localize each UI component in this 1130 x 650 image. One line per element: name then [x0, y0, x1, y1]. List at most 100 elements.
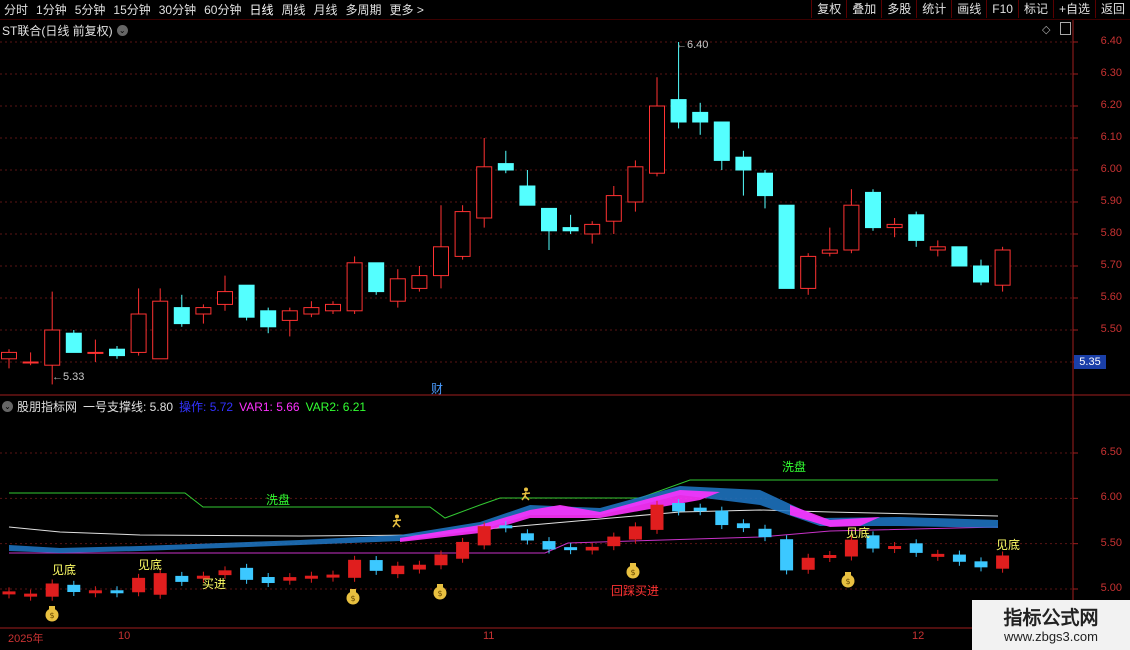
candle-body: [778, 204, 795, 289]
candle-body: [649, 105, 665, 174]
price-tick-label: 6.30: [1100, 67, 1122, 79]
money-bag-icon: $: [433, 584, 447, 600]
candle-body: [65, 332, 82, 353]
candle-body: [973, 265, 989, 283]
candle-body: [217, 291, 233, 305]
candle-body: [1, 351, 17, 360]
signal-jiandi: 见底: [52, 563, 77, 577]
date-label: 10: [118, 630, 131, 642]
var2-label: VAR2: 6.21: [305, 399, 367, 414]
runner-icon: [521, 487, 531, 501]
current-price-box: 5.35: [1074, 355, 1106, 369]
support-line-label: 一号支撑线: 5.80: [83, 400, 174, 414]
watermark-title: 指标公式网: [1003, 608, 1099, 629]
signal-jiandi: 见底: [138, 558, 163, 572]
indicator-tick-label: 6.50: [1100, 446, 1122, 458]
low-annotation: ←5.33: [52, 371, 85, 383]
signal-jiandi: 见底: [846, 526, 871, 540]
op-label: 操作: 5.72: [179, 400, 234, 414]
runner-icon: [392, 514, 402, 528]
chevron-down-icon[interactable]: ⌄: [2, 401, 13, 412]
candle-body: [44, 329, 61, 366]
price-tick-label: 6.00: [1100, 163, 1122, 175]
candle-body: [929, 246, 946, 251]
candle-body: [670, 99, 687, 123]
high-value: 6.40: [687, 39, 709, 51]
candle-body: [130, 313, 147, 353]
signal-mairu: 买进: [202, 577, 227, 591]
candle-body: [260, 310, 277, 328]
svg-text:$: $: [630, 568, 635, 577]
finance-event-marker[interactable]: 财: [431, 380, 443, 397]
price-tick-label: 5.80: [1100, 227, 1122, 239]
candle-body: [195, 307, 212, 315]
candle-body: [389, 278, 406, 302]
date-label: 11: [483, 630, 495, 642]
candle-body: [22, 361, 39, 364]
price-tick-label: 5.50: [1100, 323, 1122, 335]
candle-body: [713, 121, 730, 161]
money-bag-icon: $: [626, 563, 640, 579]
price-tick-label: 6.10: [1100, 131, 1122, 143]
indicator-tick-label: 5.00: [1100, 582, 1122, 594]
indicator-tick-label: 6.00: [1100, 491, 1122, 504]
watermark-url: www.zbgs3.com: [1004, 629, 1098, 644]
candle-body: [994, 249, 1011, 286]
signal-xipan: 洗盘: [266, 493, 291, 507]
indicator-tick-label: 5.50: [1100, 536, 1122, 549]
price-tick-label: 6.20: [1100, 99, 1122, 111]
date-label: 2025年: [8, 633, 44, 645]
candle-body: [735, 156, 752, 171]
candle-body: [325, 303, 341, 312]
candle-body: [281, 310, 298, 321]
candle-body: [584, 223, 601, 235]
price-tick-label: 5.70: [1100, 259, 1122, 271]
candle-body: [87, 351, 104, 354]
var1-label: VAR1: 5.66: [239, 399, 300, 414]
candle-body: [951, 246, 968, 267]
candle-body: [454, 211, 471, 257]
candle-body: [843, 204, 860, 251]
date-label: 12: [912, 630, 925, 642]
chart-canvas: [0, 20, 1130, 629]
indicator-header: ⌄ 股朋指标网 一号支撑线: 5.80 操作: 5.72 VAR1: 5.66 …: [2, 398, 366, 415]
price-tick-label: 5.90: [1100, 195, 1122, 207]
candle-body: [821, 249, 838, 254]
candle-body: [865, 191, 881, 229]
svg-text:$: $: [49, 611, 54, 620]
money-bag-icon: $: [841, 572, 855, 588]
signal-jiandi: 见底: [996, 538, 1021, 552]
candle-body: [173, 307, 190, 325]
candle-body: [692, 111, 709, 123]
price-tick-label: 6.40: [1100, 35, 1122, 47]
candle-body: [476, 166, 493, 219]
low-value: 5.33: [63, 371, 85, 383]
signal-huicai: 回踩买进: [611, 584, 660, 598]
high-annotation: ←6.40: [676, 39, 709, 51]
candle-body: [605, 195, 622, 222]
candle-body: [238, 284, 255, 318]
svg-text:$: $: [350, 594, 355, 603]
candle-body: [411, 275, 428, 289]
svg-text:$: $: [437, 589, 442, 598]
candle-body: [368, 262, 385, 293]
candle-body: [346, 262, 363, 312]
candle-body: [908, 214, 925, 241]
indicator-name: 股朋指标网: [17, 400, 78, 414]
candle-body: [433, 246, 449, 277]
price-tick-label: 5.60: [1100, 291, 1122, 303]
candle-body: [541, 207, 557, 232]
candle-body: [757, 172, 773, 197]
candle-body: [886, 223, 903, 229]
candle-body: [152, 300, 169, 360]
watermark: 指标公式网 www.zbgs3.com: [972, 600, 1130, 650]
candle-body: [519, 185, 536, 206]
candle-body: [109, 348, 125, 357]
money-bag-icon: $: [346, 589, 360, 605]
candle-body: [627, 166, 644, 203]
candle-body: [562, 227, 579, 232]
svg-text:$: $: [845, 577, 850, 586]
signal-xipan: 洗盘: [782, 460, 807, 474]
candle-body: [303, 307, 320, 315]
candle-body: [800, 255, 817, 289]
